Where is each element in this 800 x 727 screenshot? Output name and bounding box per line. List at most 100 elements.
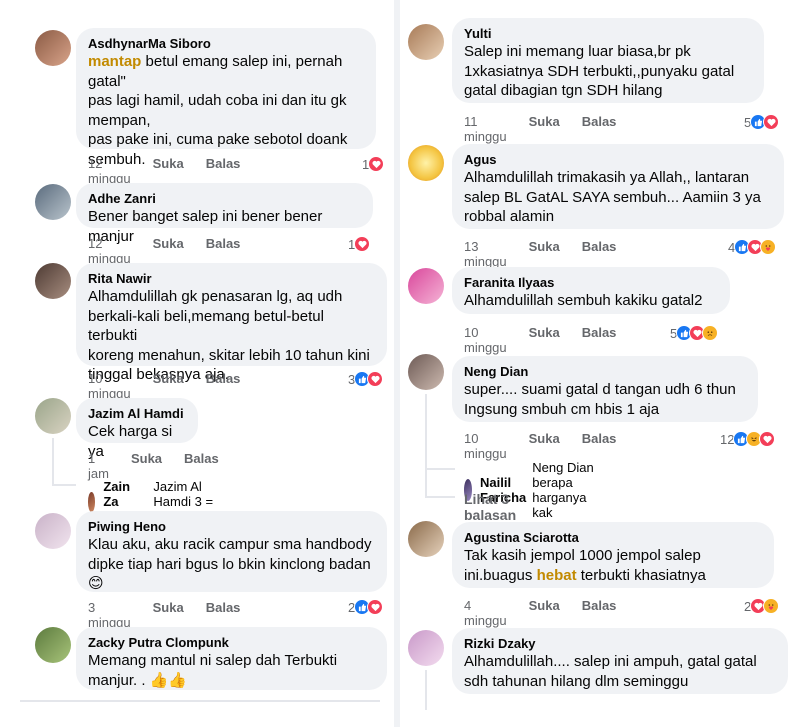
reaction-summary[interactable]: 2 bbox=[744, 597, 780, 615]
comment-time[interactable]: 11 minggu bbox=[464, 114, 507, 144]
care-face-icon bbox=[763, 598, 780, 614]
avatar[interactable] bbox=[408, 630, 444, 666]
comment-author[interactable]: Jazim Al Hamdi bbox=[88, 406, 186, 422]
comment-bubble: Agus Alhamdulillah trimakasih ya Allah,,… bbox=[452, 144, 784, 229]
reply-button[interactable]: Balas bbox=[582, 598, 617, 628]
comment-bubble: Rizki Dzaky Alhamdulillah.... salep ini … bbox=[452, 628, 788, 694]
reaction-summary[interactable]: 4 bbox=[728, 238, 777, 256]
comment-actions: 13 minggu Suka Balas bbox=[464, 239, 638, 269]
comment-actions: 11 minggu Suka Balas bbox=[464, 114, 638, 144]
like-button[interactable]: Suka bbox=[131, 451, 162, 481]
comment-time[interactable]: 12 minggu bbox=[88, 236, 131, 266]
avatar[interactable] bbox=[408, 24, 444, 60]
comment-text: mantap betul emang salep ini, pernah gat… bbox=[88, 53, 348, 168]
avatar[interactable] bbox=[35, 513, 71, 549]
comment-actions: 10 minggu Suka Balas bbox=[88, 371, 262, 401]
like-button[interactable]: Suka bbox=[153, 371, 184, 401]
reaction-summary[interactable]: 1 bbox=[362, 155, 385, 173]
avatar[interactable] bbox=[408, 268, 444, 304]
comment-author[interactable]: Yulti bbox=[464, 26, 752, 42]
comment-bubble: Jazim Al Hamdi Cek harga si ya bbox=[76, 398, 198, 460]
reply-button[interactable]: Balas bbox=[206, 371, 241, 401]
reply-thread-branch bbox=[52, 484, 76, 486]
avatar[interactable] bbox=[408, 354, 444, 390]
reply-button[interactable]: Balas bbox=[184, 451, 219, 481]
highlight-word[interactable]: mantap bbox=[88, 53, 141, 70]
reply-thread-branch bbox=[425, 468, 455, 470]
reply-thread-line bbox=[425, 394, 427, 496]
reply-button[interactable]: Balas bbox=[206, 156, 241, 186]
reply-button[interactable]: Balas bbox=[582, 325, 617, 355]
reply-button[interactable]: Balas bbox=[582, 431, 617, 461]
comment-time[interactable]: 3 minggu bbox=[88, 600, 131, 630]
reply-button[interactable]: Balas bbox=[206, 600, 241, 630]
comment-time[interactable]: 10 minggu bbox=[88, 371, 131, 401]
like-button[interactable]: Suka bbox=[529, 598, 560, 628]
like-button[interactable]: Suka bbox=[529, 431, 560, 461]
comment-author[interactable]: Zacky Putra Clompunk bbox=[88, 635, 375, 651]
highlight-word[interactable]: hebat bbox=[537, 567, 577, 584]
heart-icon bbox=[367, 599, 384, 615]
reply-button[interactable]: Balas bbox=[582, 114, 617, 144]
comment-text: Tak kasih jempol 1000 jempol salep ini.b… bbox=[464, 547, 706, 584]
comment-text: Klau aku, aku racik campur sma handbody … bbox=[88, 536, 372, 592]
comment-author[interactable]: Neng Dian bbox=[464, 364, 746, 380]
column-divider bbox=[394, 0, 400, 727]
comment-author[interactable]: Faranita Ilyaas bbox=[464, 275, 718, 291]
comment-bubble: AsdhynarMa Siboro mantap betul emang sal… bbox=[76, 28, 376, 168]
reaction-summary[interactable]: 1 bbox=[348, 235, 371, 253]
comment-bubble: Zacky Putra Clompunk Memang mantul ni sa… bbox=[76, 627, 387, 690]
comment-text: Alhamdulillah sembuh kakiku gatal2 bbox=[464, 292, 703, 309]
comment-bubble: Neng Dian super.... suami gatal d tangan… bbox=[452, 356, 758, 422]
avatar[interactable] bbox=[408, 145, 444, 181]
reaction-summary[interactable]: 5 bbox=[744, 113, 780, 131]
comment-bubble: Adhe Zanri Bener banget salep ini bener … bbox=[76, 183, 373, 245]
comment-author[interactable]: Rizki Dzaky bbox=[464, 636, 776, 652]
comment-text: Memang mantul ni salep dah Terbukti manj… bbox=[88, 652, 338, 689]
like-button[interactable]: Suka bbox=[529, 325, 560, 355]
like-button[interactable]: Suka bbox=[153, 236, 184, 266]
reply-button[interactable]: Balas bbox=[206, 236, 241, 266]
comment-author[interactable]: Piwing Heno bbox=[88, 519, 375, 535]
comment-time[interactable]: 4 minggu bbox=[464, 598, 507, 628]
comment-bubble: Rita Nawir Alhamdulillah gk penasaran lg… bbox=[76, 263, 387, 383]
like-button[interactable]: Suka bbox=[153, 156, 184, 186]
like-button[interactable]: Suka bbox=[529, 239, 560, 269]
comment-actions: 1 jam Suka Balas bbox=[88, 451, 241, 481]
avatar[interactable] bbox=[408, 521, 444, 557]
comment-actions: 4 minggu Suka Balas bbox=[464, 598, 638, 628]
reaction-summary[interactable]: 5 bbox=[670, 324, 719, 342]
reaction-summary[interactable]: 2 bbox=[348, 598, 384, 616]
avatar[interactable] bbox=[35, 398, 71, 434]
reply-thread-branch bbox=[425, 496, 455, 498]
comment-author[interactable]: Adhe Zanri bbox=[88, 191, 361, 207]
heart-icon bbox=[354, 236, 371, 252]
avatar[interactable] bbox=[35, 263, 71, 299]
avatar[interactable] bbox=[35, 184, 71, 220]
comment-time[interactable]: 1 jam bbox=[88, 451, 109, 481]
reply-button[interactable]: Balas bbox=[582, 239, 617, 269]
comment-author[interactable]: Agus bbox=[464, 152, 772, 168]
like-button[interactable]: Suka bbox=[529, 114, 560, 144]
comment-author[interactable]: Agustina Sciarotta bbox=[464, 530, 762, 546]
comment-time[interactable]: 10 minggu bbox=[464, 325, 507, 355]
avatar[interactable] bbox=[35, 627, 71, 663]
heart-icon bbox=[759, 431, 776, 447]
section-divider bbox=[20, 700, 380, 702]
avatar[interactable] bbox=[88, 491, 96, 512]
comment-time[interactable]: 10 minggu bbox=[464, 431, 507, 461]
comment-author[interactable]: AsdhynarMa Siboro bbox=[88, 36, 364, 52]
reaction-summary[interactable]: 3 bbox=[348, 370, 384, 388]
comment-bubble: Yulti Salep ini memang luar biasa,br pk … bbox=[452, 18, 764, 103]
comment-time[interactable]: 13 minggu bbox=[464, 239, 507, 269]
comment-actions: 12 minggu Suka Balas bbox=[88, 156, 262, 186]
avatar[interactable] bbox=[35, 30, 71, 66]
like-button[interactable]: Suka bbox=[153, 600, 184, 630]
comment-text: Alhamdulillah gk penasaran lg, aq udh be… bbox=[88, 288, 370, 383]
smile-emoji: 😊 bbox=[88, 575, 104, 592]
comment-time[interactable]: 12 minggu bbox=[88, 156, 131, 186]
sad-face-icon bbox=[702, 325, 719, 341]
reaction-summary[interactable]: 12 bbox=[720, 430, 776, 448]
comment-author[interactable]: Rita Nawir bbox=[88, 271, 375, 287]
comment-text: super.... suami gatal d tangan udh 6 thu… bbox=[464, 381, 736, 418]
